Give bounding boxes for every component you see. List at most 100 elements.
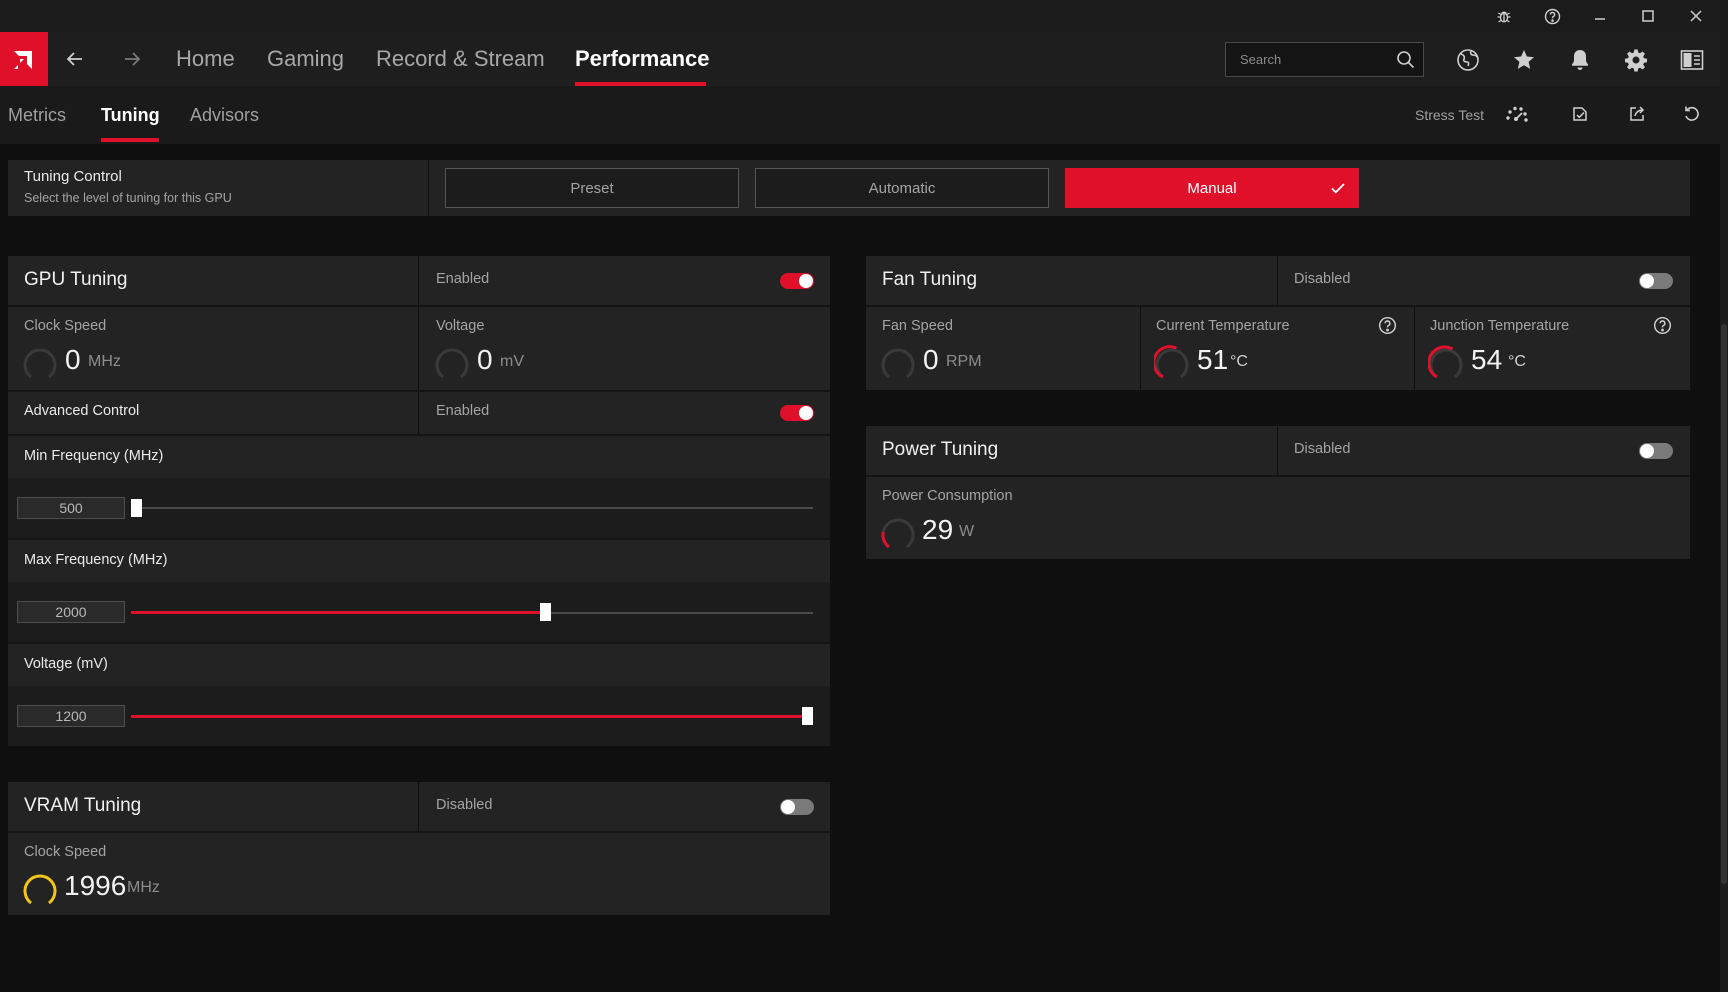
tab-metrics[interactable]: Metrics (8, 86, 66, 144)
amd-logo-icon[interactable] (0, 32, 48, 86)
maximize-icon[interactable] (1624, 0, 1672, 32)
vram-metrics-row (8, 833, 830, 915)
back-arrow-icon[interactable] (53, 32, 97, 86)
preset-button[interactable]: Preset (445, 168, 739, 208)
scrollbar-thumb[interactable] (1721, 324, 1727, 884)
min-frequency-input[interactable]: 500 (17, 497, 125, 519)
voltage-slider-input[interactable]: 1200 (17, 705, 125, 727)
junction-temperature-unit: °C (1508, 353, 1526, 370)
junction-temperature-help-icon[interactable] (1653, 316, 1672, 340)
search-icon[interactable] (1396, 50, 1415, 74)
tab-advisors[interactable]: Advisors (190, 86, 259, 144)
divider (418, 307, 419, 390)
forward-arrow-icon[interactable] (110, 32, 154, 86)
current-temperature-label: Current Temperature (1156, 318, 1290, 334)
max-frequency-input[interactable]: 2000 (17, 601, 125, 623)
globe-icon[interactable] (1448, 40, 1488, 80)
fan-speed-gauge (880, 345, 916, 386)
divider (428, 160, 429, 216)
max-frequency-label: Max Frequency (MHz) (24, 552, 168, 568)
star-icon[interactable] (1504, 40, 1544, 80)
fan-speed-value: 0 (923, 344, 939, 375)
gpu-clock-gauge (22, 345, 58, 386)
gpu-voltage-value: 0 (477, 344, 493, 375)
power-consumption-label: Power Consumption (882, 488, 1013, 504)
divider (1277, 426, 1278, 476)
manual-button[interactable]: Manual (1065, 168, 1359, 208)
fan-tuning-toggle[interactable] (1639, 273, 1673, 289)
tuning-control-title: Tuning Control (24, 168, 122, 185)
nav-home[interactable]: Home (176, 32, 235, 86)
current-temperature-gauge (1152, 345, 1190, 386)
vram-clock-gauge (22, 871, 58, 912)
minimize-icon[interactable] (1576, 0, 1624, 32)
help-icon[interactable] (1528, 0, 1576, 32)
gpu-voltage-unit: mV (500, 353, 524, 370)
max-frequency-slider-handle[interactable] (540, 603, 551, 621)
power-consumption-value: 29 (922, 514, 954, 545)
fan-tuning-status: Disabled (1294, 271, 1351, 287)
vram-tuning-toggle[interactable] (780, 799, 814, 815)
title-bar (0, 0, 1720, 32)
voltage-slider-fill (131, 715, 802, 718)
export-icon[interactable] (1619, 96, 1655, 132)
search-input[interactable] (1226, 43, 1386, 76)
min-frequency-slider-handle[interactable] (131, 499, 142, 517)
divider (418, 392, 419, 434)
gpu-tuning-title: GPU Tuning (24, 269, 128, 290)
vram-clock-speed-unit: MHz (127, 879, 160, 896)
gpu-clock-speed-unit: MHz (88, 353, 121, 370)
sidebar-toggle-icon[interactable] (1672, 40, 1712, 80)
reset-icon[interactable] (1674, 96, 1710, 132)
advanced-control-label: Advanced Control (24, 403, 140, 419)
close-icon[interactable] (1672, 0, 1720, 32)
max-frequency-fill (131, 611, 540, 614)
stress-test-label[interactable]: Stress Test (1415, 86, 1484, 144)
checklist-icon[interactable] (1562, 96, 1598, 132)
current-temperature-value: 51 (1197, 344, 1229, 375)
gpu-tuning-header (8, 256, 830, 306)
stress-test-icon[interactable] (1498, 96, 1534, 132)
gear-icon[interactable] (1616, 40, 1656, 80)
current-temperature-help-icon[interactable] (1378, 316, 1397, 340)
gpu-clock-speed-label: Clock Speed (24, 318, 107, 334)
power-consumption-unit: W (959, 523, 975, 540)
min-frequency-track[interactable] (131, 507, 813, 509)
search-box[interactable] (1225, 42, 1424, 77)
divider (1140, 307, 1141, 390)
junction-temperature-gauge (1427, 345, 1464, 386)
voltage-slider-label: Voltage (mV) (24, 656, 108, 672)
tuning-control-subtitle: Select the level of tuning for this GPU (24, 191, 232, 205)
bug-icon[interactable] (1480, 0, 1528, 32)
gpu-voltage-gauge (434, 345, 470, 386)
junction-temperature-value: 54 (1471, 344, 1503, 375)
power-tuning-toggle[interactable] (1639, 443, 1673, 459)
divider (418, 782, 419, 832)
power-tuning-title: Power Tuning (882, 439, 999, 460)
gpu-tuning-toggle[interactable] (780, 273, 814, 289)
vram-clock-speed-label: Clock Speed (24, 844, 107, 860)
divider (1277, 256, 1278, 306)
junction-temperature-label: Junction Temperature (1430, 318, 1570, 334)
divider (1414, 307, 1415, 390)
bell-icon[interactable] (1560, 40, 1600, 80)
advanced-control-toggle[interactable] (780, 405, 814, 421)
tab-tuning[interactable]: Tuning (101, 86, 160, 144)
fan-tuning-title: Fan Tuning (882, 269, 978, 290)
power-consumption-gauge (880, 515, 916, 556)
tab-active-underline (101, 138, 159, 142)
nav-performance[interactable]: Performance (575, 32, 710, 86)
voltage-slider-handle[interactable] (802, 707, 813, 725)
voltage-slider-header (8, 644, 830, 686)
nav-gaming[interactable]: Gaming (267, 32, 344, 86)
vram-clock-speed-value: 1996 (64, 870, 127, 901)
fan-tuning-header (866, 256, 1690, 306)
gpu-tuning-status: Enabled (436, 271, 490, 287)
gpu-metrics-row (8, 307, 830, 390)
fan-speed-label: Fan Speed (882, 318, 953, 334)
advanced-control-status: Enabled (436, 403, 490, 419)
fan-speed-unit: RPM (946, 353, 982, 370)
automatic-button[interactable]: Automatic (755, 168, 1049, 208)
gpu-voltage-label: Voltage (436, 318, 485, 334)
nav-record-stream[interactable]: Record & Stream (376, 32, 545, 86)
